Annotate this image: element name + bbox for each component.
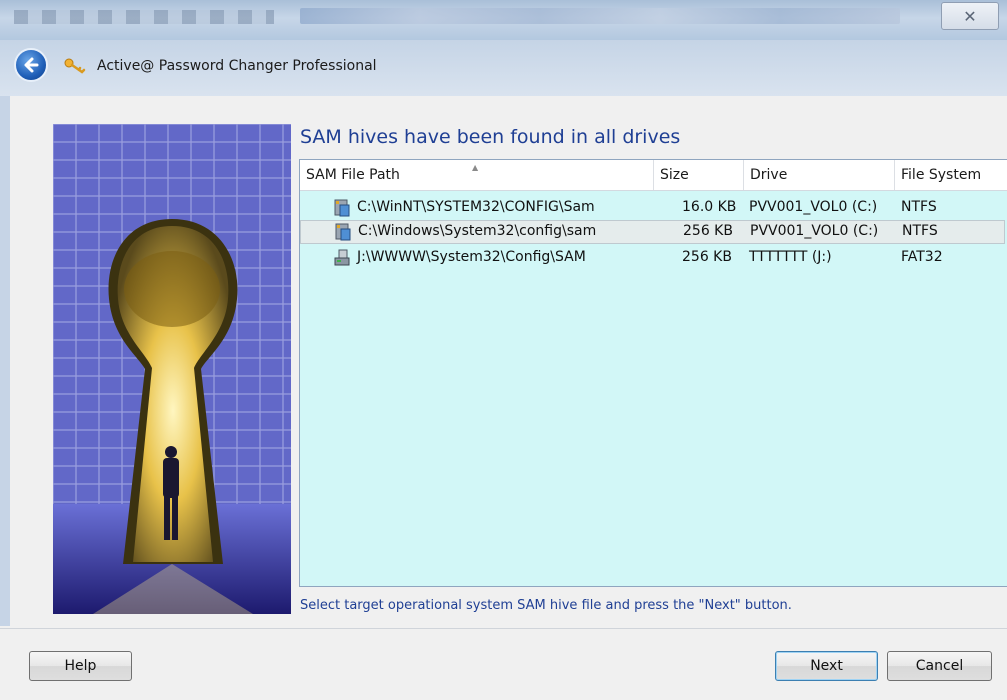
cell-path: C:\Windows\System32\config\sam [358, 223, 597, 239]
close-icon: ✕ [963, 6, 977, 26]
background-ribbon [300, 8, 900, 24]
list-header: SAM File Path ▲ Size Drive File System [300, 160, 1007, 191]
drive-icon [334, 199, 350, 217]
sort-ascending-icon: ▲ [472, 163, 479, 172]
key-icon [64, 58, 86, 74]
table-row-selected[interactable]: C:\Windows\System32\config\sam 256 KB PV… [300, 220, 1005, 244]
column-header-size[interactable]: Size [654, 160, 744, 190]
cell-drive: PVV001_VOL0 (C:) [749, 199, 878, 215]
close-button[interactable]: ✕ [941, 2, 999, 30]
back-arrow-icon [24, 57, 39, 73]
cell-filesystem: NTFS [902, 223, 938, 239]
cell-size: 256 KB [683, 223, 733, 239]
help-button[interactable]: Help [29, 651, 132, 681]
cell-filesystem: FAT32 [901, 249, 943, 265]
sam-file-list[interactable]: SAM File Path ▲ Size Drive File System C… [299, 159, 1007, 587]
quick-access-toolbar [14, 10, 274, 24]
cell-path: J:\WWWW\System32\Config\SAM [357, 249, 586, 265]
cell-path: C:\WinNT\SYSTEM32\CONFIG\Sam [357, 199, 595, 215]
back-button[interactable] [14, 48, 48, 82]
cell-drive: PVV001_VOL0 (C:) [750, 223, 879, 239]
drive-icon [335, 223, 351, 241]
table-row[interactable]: C:\WinNT\SYSTEM32\CONFIG\Sam 16.0 KB PVV… [300, 196, 1007, 220]
window-frame-left [0, 96, 10, 626]
footer-divider [0, 628, 1007, 629]
column-header-filesystem[interactable]: File System [895, 160, 1007, 190]
table-row[interactable]: J:\WWWW\System32\Config\SAM 256 KB TTTTT… [300, 246, 1007, 270]
page-heading: SAM hives have been found in all drives [300, 126, 681, 148]
usb-drive-icon [334, 249, 350, 266]
cell-size: 16.0 KB [682, 199, 737, 215]
next-button[interactable]: Next [775, 651, 878, 681]
window-title: Active@ Password Changer Professional [97, 58, 377, 74]
cell-size: 256 KB [682, 249, 732, 265]
cell-drive: TTTTTTT (J:) [749, 249, 832, 265]
column-header-drive[interactable]: Drive [744, 160, 895, 190]
instruction-text: Select target operational system SAM hiv… [300, 598, 792, 613]
keyhole-illustration [53, 124, 291, 614]
cancel-button[interactable]: Cancel [887, 651, 992, 681]
window-titlebar: ✕ [0, 0, 1007, 40]
cell-filesystem: NTFS [901, 199, 937, 215]
